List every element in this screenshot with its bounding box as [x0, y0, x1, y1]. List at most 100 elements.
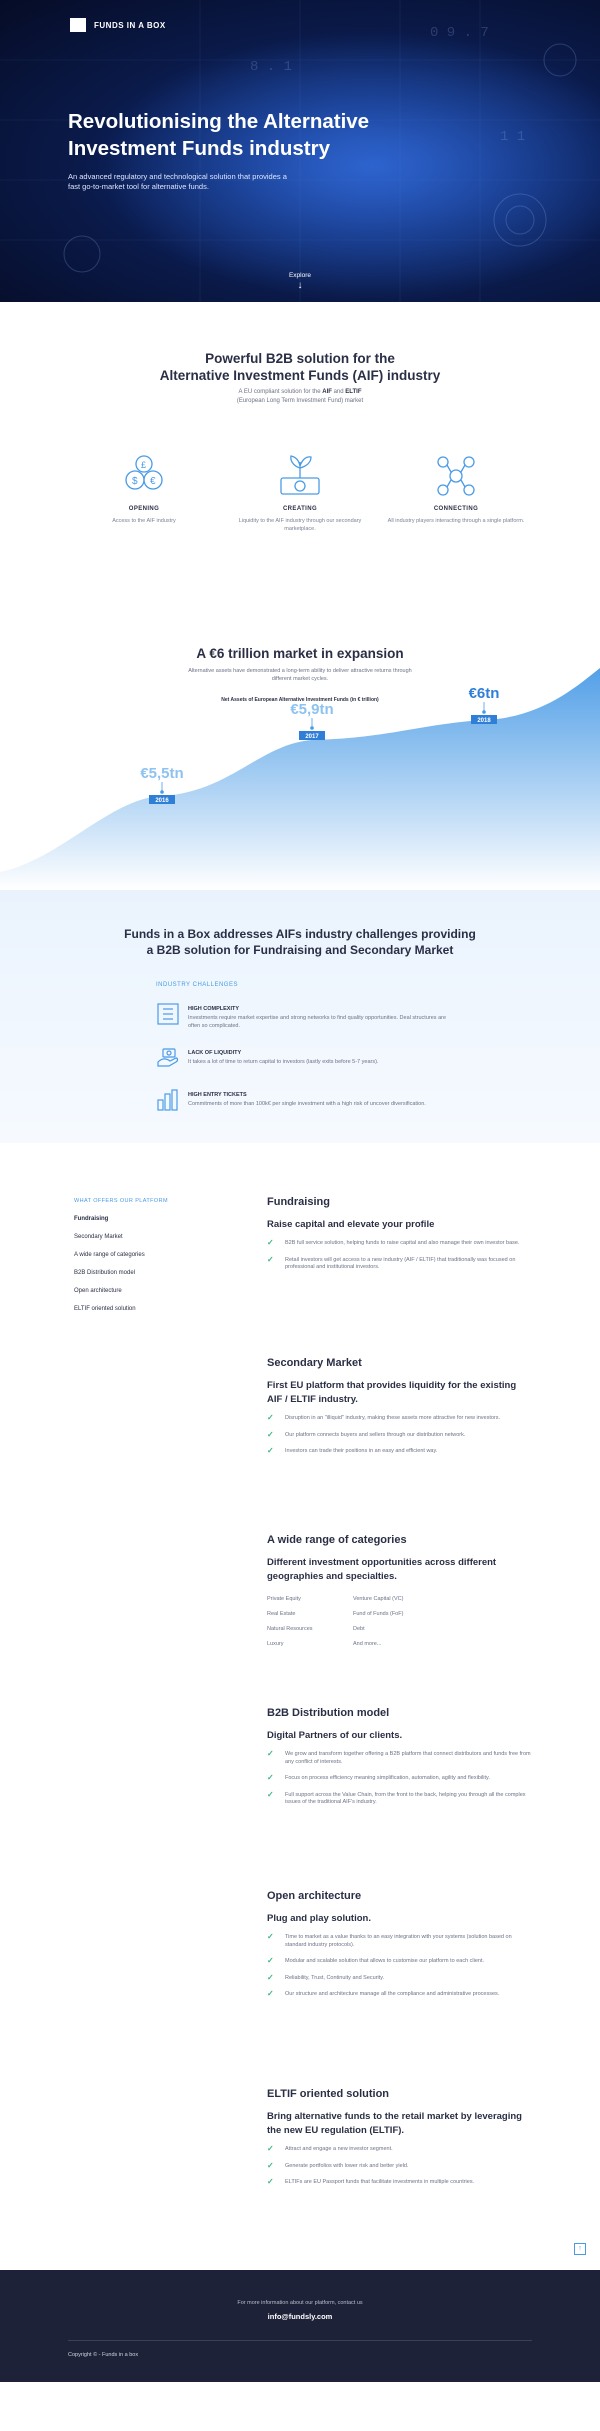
check-icon: ✓	[267, 1446, 274, 1455]
sidenav-item-fundraising[interactable]: Fundraising	[74, 1214, 168, 1232]
challenge-title: HIGH ENTRY TICKETS	[188, 1092, 247, 1098]
list-item: ✓ Time to market as a value thanks to an …	[267, 1933, 532, 1949]
bullet-text: Disruption in an "illiquid" industry, ma…	[285, 1415, 501, 1421]
bullet-text: B2B full service solution, helping funds…	[285, 1240, 520, 1246]
year-label: 2018	[477, 718, 491, 724]
check-icon: ✓	[267, 2144, 274, 2153]
year-label: 2017	[305, 734, 319, 740]
category-item: And more...	[353, 1641, 382, 1647]
network-icon	[437, 456, 475, 496]
list-item: ✓ Modular and scalable solution that allo…	[267, 1957, 532, 1966]
title-line-2: Alternative Investment Funds (AIF) indus…	[159, 368, 441, 383]
sidenav-item-secondary-market[interactable]: Secondary Market	[74, 1232, 168, 1250]
feature-title: OPENING	[128, 506, 160, 512]
feature-opening: $ € £ OPENING Access to the AIF industry	[74, 452, 214, 526]
list-item: ✓ Generate portfolios with lower risk and…	[267, 2161, 532, 2171]
bullet-text: Time to market as a value thanks to an e…	[285, 1934, 512, 1948]
bullet-list: ✓ Time to market as a value thanks to an …	[267, 1933, 532, 1999]
block-title: Secondary Market	[267, 1357, 362, 1369]
svg-text:€: €	[150, 476, 156, 487]
explore-button[interactable]: Explore ↓	[0, 272, 600, 291]
market-area-chart: €5,5tn 2016 €5,9tn 2017 €6tn 2018	[0, 668, 600, 890]
arrow-down-icon: ↓	[297, 280, 303, 291]
secondary-market-block: Secondary Market First EU platform that …	[267, 1357, 532, 1465]
bullet-text: Attract and engage a new investor segmen…	[285, 2146, 393, 2152]
category-item: Natural Resources	[267, 1626, 313, 1632]
challenge-desc: Investments require market expertise and…	[188, 1015, 447, 1029]
offers-sidenav: WHAT OFFERS OUR PLATFORM Fundraising Sec…	[74, 1198, 168, 1322]
lead-text: A EU compliant solution for the	[238, 389, 323, 395]
eltif-block: ELTIF oriented solution Bring alternativ…	[267, 2088, 532, 2196]
section-title: Powerful B2B solution for the Alternativ…	[0, 302, 600, 384]
section-lead: A EU compliant solution for the AIF and …	[0, 388, 600, 405]
list-item: ✓ Full support across the Value Chain, fr…	[267, 1789, 532, 1807]
brand-logo[interactable]: FUNDS IN A BOX	[70, 18, 166, 32]
lead-eltif: ELTIF	[345, 389, 362, 395]
check-icon: ✓	[267, 1789, 274, 1799]
year-label: 2016	[155, 798, 169, 804]
list-item: ✓ Retail investors will get access to a n…	[267, 1255, 532, 1272]
block-subtitle: Bring alternative funds to the retail ma…	[267, 2111, 522, 2136]
bullet-text: Focus on process efficiency meaning simp…	[285, 1775, 490, 1781]
block-title: A wide range of categories	[267, 1534, 407, 1546]
list-item: ✓ Focus on process efficiency meaning sim…	[267, 1774, 532, 1783]
bullet-list: ✓ Disruption in an "illiquid" industry, m…	[267, 1413, 532, 1456]
block-title: ELTIF oriented solution	[267, 2088, 390, 2100]
bullet-text: Modular and scalable solution that allow…	[285, 1958, 485, 1964]
data-label: €5,9tn	[290, 701, 333, 718]
list-item: ✓ Our platform connects buyers and seller…	[267, 1429, 532, 1440]
arrow-up-icon: ↑	[578, 2245, 582, 2252]
footer: For more information about our platform,…	[0, 2270, 600, 2382]
sidenav-item-categories[interactable]: A wide range of categories	[74, 1250, 168, 1268]
list-item: ✓ B2B full service solution, helping fund…	[267, 1239, 532, 1248]
category-item: Luxury	[267, 1641, 284, 1647]
check-icon: ✓	[267, 1972, 274, 1982]
category-item: Debt	[353, 1626, 365, 1632]
logo-box-icon	[70, 18, 86, 32]
data-label: €6tn	[469, 685, 500, 702]
categories-block: A wide range of categories Different inv…	[267, 1534, 532, 1647]
footer-divider	[68, 2340, 532, 2341]
block-subtitle: First EU platform that provides liquidit…	[267, 1380, 517, 1405]
block-title: Fundraising	[267, 1196, 330, 1208]
sidenav-item-eltif[interactable]: ELTIF oriented solution	[74, 1304, 168, 1322]
feature-title: CONNECTING	[433, 506, 479, 512]
challenge-title: LACK OF LIQUIDITY	[188, 1050, 242, 1056]
bullet-text: Investors can trade their positions in a…	[285, 1448, 438, 1454]
challenge-item: HIGH COMPLEXITY Investments require mark…	[156, 1002, 456, 1036]
bullet-list: ✓ B2B full service solution, helping fund…	[267, 1239, 532, 1272]
market-section: A €6 trillion market in expansion Altern…	[0, 610, 600, 890]
category-item: Venture Capital (VC)	[353, 1596, 404, 1602]
challenge-desc: It takes a lot of time to return capital…	[188, 1059, 379, 1065]
svg-text:8 . 1: 8 . 1	[250, 59, 292, 75]
lead-line-2: (European Long Term Investment Fund) mar…	[236, 397, 364, 404]
data-point	[310, 726, 314, 730]
bullet-list: ✓ We grow and transform together offering…	[267, 1750, 532, 1807]
feature-desc: All industry players interacting through…	[387, 518, 525, 524]
svg-text:$: $	[132, 476, 138, 487]
data-point	[160, 790, 164, 794]
section-title: Funds in a Box addresses AIFs industry c…	[0, 926, 600, 958]
footer-email-link[interactable]: info@fundsly.com	[0, 2312, 600, 2321]
sidenav-item-distribution[interactable]: B2B Distribution model	[74, 1268, 168, 1286]
lead-aif: AIF	[322, 389, 332, 395]
bullet-text: Generate portfolios with lower risk and …	[285, 2162, 409, 2169]
lead-and: and	[331, 389, 346, 395]
feature-desc: Liquidity to the AIF industry through ou…	[238, 518, 362, 532]
block-subtitle: Raise capital and elevate your profile	[267, 1219, 435, 1230]
data-point	[482, 710, 486, 714]
list-item: ✓ ELTIFs are EU Passport funds that facil…	[267, 2178, 532, 2187]
scroll-to-top-button[interactable]: ↑	[574, 2243, 586, 2255]
category-grid: Private Equity Venture Capital (VC) Real…	[267, 1596, 532, 1647]
list-item: ✓ Attract and engage a new investor segme…	[267, 2144, 532, 2154]
building-icon	[157, 1003, 179, 1025]
category-item: Real Estate	[267, 1611, 296, 1617]
check-icon: ✓	[267, 1429, 274, 1439]
sidenav-item-open-architecture[interactable]: Open architecture	[74, 1286, 168, 1304]
block-title: B2B Distribution model	[267, 1707, 390, 1719]
open-architecture-block: Open architecture Plug and play solution…	[267, 1890, 532, 2008]
check-icon: ✓	[267, 1413, 274, 1422]
fundraising-block: Fundraising Raise capital and elevate yo…	[267, 1196, 532, 1281]
title-line-1: Funds in a Box addresses AIFs industry c…	[124, 927, 476, 941]
hero-title: Revolutionising the Alternative Investme…	[68, 110, 370, 160]
